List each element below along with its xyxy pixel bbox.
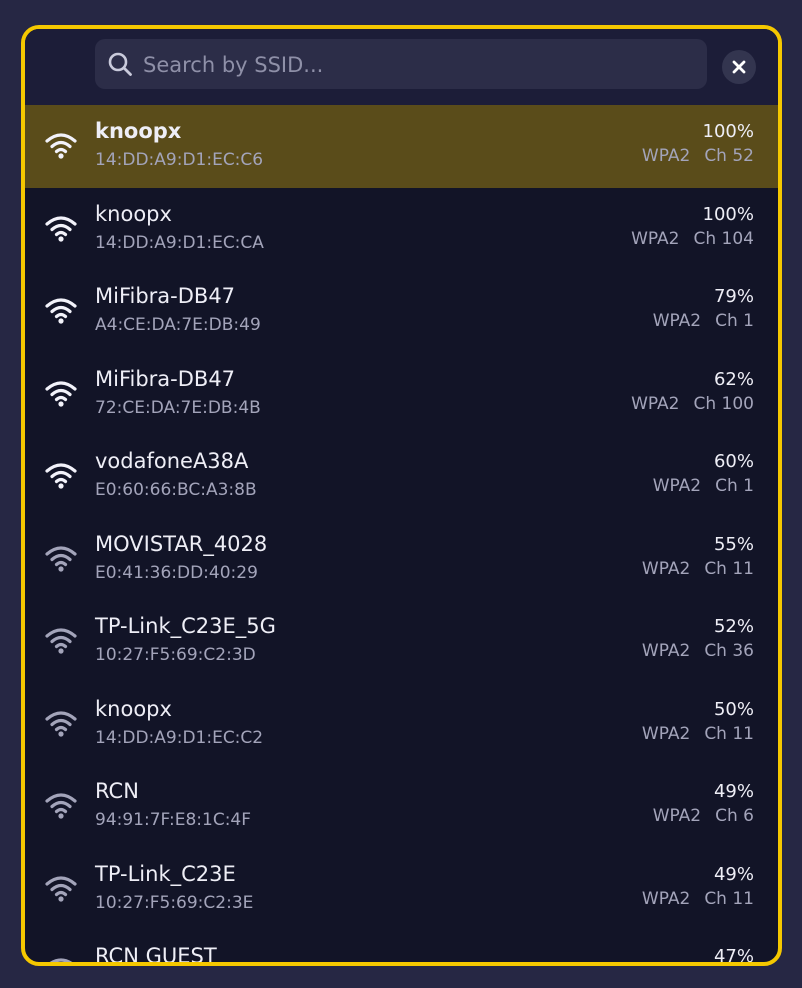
close-icon [732,60,746,74]
search-icon [108,52,132,76]
network-row[interactable]: MiFibra-DB47 A4:CE:DA:7E:DB:49 79% WPA2 C… [25,270,778,353]
network-security: WPA2 [631,228,680,249]
network-meta: WPA2 Ch 104 [631,229,754,249]
network-signal: 100% [702,203,754,225]
network-meta: WPA2 Ch 11 [642,559,754,579]
network-row[interactable]: RCN GUEST 47% [25,930,778,966]
wifi-icon [45,793,77,819]
network-row[interactable]: MiFibra-DB47 72:CE:DA:7E:DB:4B 62% WPA2 C… [25,353,778,436]
network-ssid: vodafoneA38A [95,449,249,473]
network-channel: Ch 11 [704,723,754,744]
network-picker-panel: knoopx 14:DD:A9:D1:EC:C6 100% WPA2Ch 52 … [21,25,782,966]
network-bssid: 14:DD:A9:D1:EC:CA [95,232,264,253]
network-ssid: knoopx [95,119,182,143]
network-bssid: 94:91:7F:E8:1C:4F [95,810,252,830]
wifi-icon [45,298,77,324]
network-channel: Ch 36 [704,641,754,661]
wifi-icon [45,215,77,242]
network-ssid: RCN GUEST [95,944,217,966]
network-bssid: 10:27:F5:69:C2:3E [95,892,254,913]
network-channel: Ch 11 [704,558,754,579]
network-row[interactable]: knoopx 14:DD:A9:D1:EC:C2 50% WPA2 Ch 11 [25,683,778,766]
network-signal: 47% [713,946,754,966]
network-bssid: 14:DD:A9:D1:EC:C6 [95,150,264,170]
network-ssid: knoopx [95,696,172,721]
network-security: WPA2 [652,311,702,331]
network-meta: WPA2 Ch 36 [642,641,754,661]
wifi-icon [45,463,77,489]
network-row[interactable]: TP-Link_C23E 10:27:F5:69:C2:3E 49% WPA2 C… [25,848,778,931]
network-channel: Ch 6 [715,806,754,826]
network-meta: WPA2 Ch 11 [642,889,754,909]
network-row[interactable]: knoopx 14:DD:A9:D1:EC:CA 100% WPA2 Ch 104 [25,188,778,271]
network-signal: 49% [713,863,754,885]
network-channel: Ch 52 [704,146,754,166]
wifi-icon [45,545,77,572]
network-security: WPA2 [652,476,702,496]
network-row[interactable]: knoopx 14:DD:A9:D1:EC:C6 100% WPA2 Ch 52 [25,105,778,188]
network-ssid: TP-Link_C23E_5G [95,614,276,638]
network-bssid: E0:60:66:BC:A3:8B [95,480,257,500]
network-signal: 49% [713,781,754,802]
wifi-icon [45,380,77,407]
network-row[interactable]: TP-Link_C23E_5G 10:27:F5:69:C2:3D 52% WP… [25,600,778,683]
network-ssid: MiFibra-DB47 [95,284,236,308]
wifi-icon [45,875,77,902]
network-ssid: knoopx [95,201,172,226]
network-meta: WPA2 Ch 100 [631,394,754,414]
network-row[interactable]: MOVISTAR_4028 E0:41:36:DD:40:29 55% WPA2… [25,518,778,601]
network-signal: 55% [713,533,754,555]
network-signal: 52% [713,616,754,637]
wifi-icon [45,133,77,159]
network-meta: WPA2 Ch 52 [642,146,754,166]
search-header [25,29,778,105]
network-security: WPA2 [641,641,691,661]
network-bssid: 72:CE:DA:7E:DB:4B [95,397,261,418]
search-input[interactable] [141,39,695,91]
network-channel: Ch 100 [693,393,755,414]
network-ssid: MiFibra-DB47 [95,366,236,391]
network-row[interactable]: vodafoneA38A E0:60:66:BC:A3:8B 60% WPA2 C… [25,435,778,518]
network-security: WPA2 [641,723,691,744]
network-security: WPA2 [652,806,702,826]
network-list: knoopx 14:DD:A9:D1:EC:C6 100% WPA2 Ch 52 … [25,105,778,966]
network-bssid: 10:27:F5:69:C2:3D [95,645,256,665]
network-ssid: RCN [95,779,139,803]
network-channel: Ch 11 [704,888,754,909]
network-row[interactable]: RCN 94:91:7F:E8:1C:4F 49% WPA2 Ch 6 [25,765,778,848]
network-security: WPA2 [641,888,691,909]
network-signal: 62% [713,368,754,390]
search-box[interactable] [95,39,707,91]
close-button[interactable] [722,50,756,84]
network-ssid: MOVISTAR_4028 [95,531,268,556]
network-channel: Ch 1 [715,476,754,496]
network-meta: WPA2 Ch 11 [642,724,754,744]
network-bssid: 14:DD:A9:D1:EC:C2 [95,727,264,748]
network-security: WPA2 [631,393,680,414]
network-meta: WPA2 Ch 6 [653,806,754,826]
wifi-icon [45,628,77,654]
network-bssid: A4:CE:DA:7E:DB:49 [95,315,261,335]
network-security: WPA2 [641,146,691,166]
network-signal: 79% [713,286,754,307]
network-signal: 60% [713,451,754,472]
network-security: WPA2 [641,558,691,579]
network-meta: WPA2 Ch 1 [653,476,754,496]
network-signal: 50% [713,698,754,720]
network-ssid: TP-Link_C23E [95,861,236,886]
wifi-icon [49,958,73,962]
network-meta: WPA2 Ch 1 [653,311,754,331]
wifi-icon [45,710,77,737]
network-signal: 100% [702,121,754,142]
network-channel: Ch 1 [715,311,754,331]
network-channel: Ch 104 [693,228,755,249]
network-bssid: E0:41:36:DD:40:29 [95,562,258,583]
